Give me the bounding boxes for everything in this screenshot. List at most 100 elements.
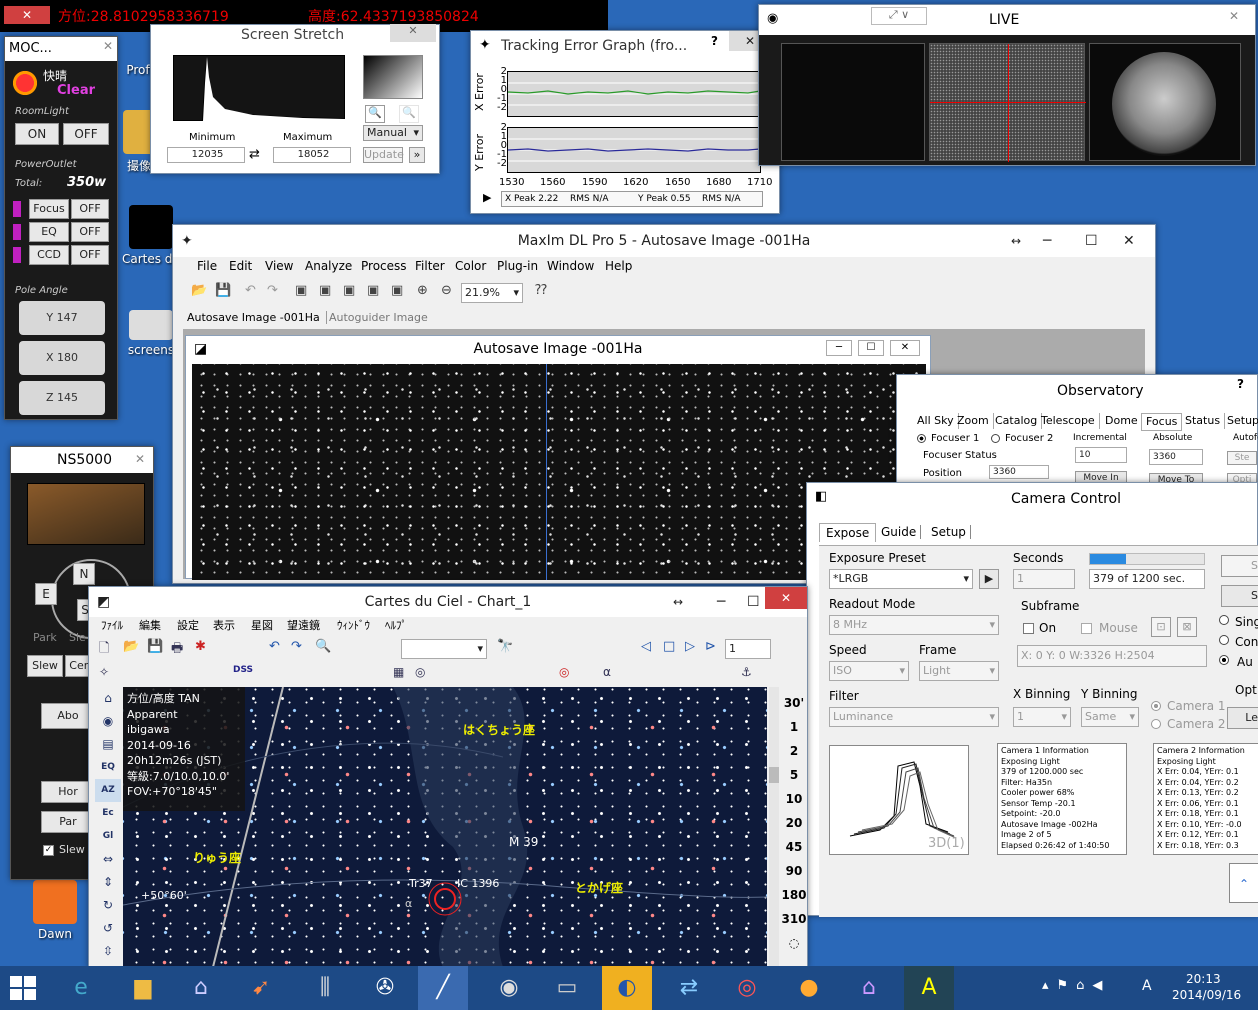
dome-app-icon[interactable]: ⌂ <box>844 966 894 1010</box>
minimum-field[interactable]: 12035 <box>167 147 245 163</box>
astro-app-icon[interactable]: A <box>904 966 954 1010</box>
cdc-left-tool-1[interactable]: ⌂ <box>95 687 121 710</box>
focuser1-radio[interactable] <box>917 434 926 443</box>
slew-checkbox[interactable]: ✓ <box>43 845 54 856</box>
tray-icons[interactable]: ▴⚑⌂◀ <box>1042 978 1110 993</box>
tab-guide[interactable]: Guide <box>877 525 922 539</box>
tool-icon-1[interactable]: ▣ <box>295 283 307 298</box>
ccd-off-button[interactable]: OFF <box>71 245 109 265</box>
fov-30arcmin[interactable]: 30' <box>779 691 809 715</box>
incremental-field[interactable]: 10 <box>1075 447 1127 463</box>
zoom-in-icon[interactable]: 🔍 <box>365 105 385 123</box>
explorer-icon[interactable]: ▆ <box>118 966 168 1010</box>
start-button[interactable] <box>10 976 36 1000</box>
transfer-app-icon[interactable]: ⇄ <box>664 966 714 1010</box>
maxim-close-button[interactable]: ✕ <box>1123 225 1135 257</box>
cdc-close-button[interactable]: ✕ <box>765 587 807 609</box>
tracking-help-button[interactable]: ? <box>711 34 718 48</box>
cdc-menu-view[interactable]: 表示 <box>213 617 235 633</box>
fov-1[interactable]: 1 <box>779 715 809 739</box>
zoom-out-icon[interactable]: 🔍 <box>399 105 419 123</box>
maxim-maximize-button[interactable]: ☐ <box>1085 225 1098 257</box>
cdc-stop-icon[interactable]: □ <box>663 639 675 654</box>
tab-telescope[interactable]: Telescope <box>1037 413 1100 429</box>
cdc-compass-icon[interactable]: ◎ <box>415 665 425 679</box>
tool-icon-2[interactable]: ▣ <box>319 283 331 298</box>
cdc-target-icon[interactable]: ◎ <box>559 665 569 679</box>
cdc-menu-chart[interactable]: 星図 <box>251 617 273 633</box>
continuous-radio[interactable] <box>1219 635 1229 645</box>
fov-5[interactable]: 5 <box>779 763 809 787</box>
maxim-minimize-button[interactable]: ─ <box>1043 225 1051 257</box>
xbin-select[interactable]: 1 ▾ <box>1013 707 1071 727</box>
maximum-field[interactable]: 18052 <box>273 147 351 163</box>
cdc-maximize-button[interactable]: ☐ <box>747 587 760 617</box>
cartes-app-icon[interactable]: ╱ <box>418 966 468 1010</box>
cdc-prev-icon[interactable]: ◁ <box>641 639 651 654</box>
tab-setup-camera[interactable]: Setup <box>927 525 971 539</box>
cdc-print-icon[interactable]: 🖶 <box>171 639 183 661</box>
cdc-ec-icon[interactable]: Ec <box>95 802 121 825</box>
stretch-minmax-button[interactable]: ✕ <box>390 24 436 42</box>
menu-process[interactable]: Process <box>361 259 407 273</box>
fov-10[interactable]: 10 <box>779 787 809 811</box>
telescope-app-icon[interactable]: ✇ <box>360 966 410 1010</box>
live-resize-buttons[interactable]: ⤢ ∨ <box>871 7 927 25</box>
fov-20[interactable]: 20 <box>779 811 809 835</box>
tab-allsky[interactable]: All Sky <box>913 413 959 429</box>
doc-tab-autosave[interactable]: Autosave Image -001Ha <box>187 311 327 324</box>
clock-time[interactable]: 20:13 <box>1186 972 1221 986</box>
focuser2-radio[interactable] <box>991 434 1000 443</box>
zoom-select[interactable]: 21.9% ▾ <box>461 283 523 303</box>
webcam-app-icon[interactable]: ◉ <box>484 966 534 1010</box>
cdc-az-icon[interactable]: AZ <box>95 779 121 802</box>
chip-app-icon[interactable]: ▭ <box>542 966 592 1010</box>
tab-setup[interactable]: Setup <box>1223 413 1258 429</box>
rocket-app-icon[interactable]: ➹ <box>236 966 286 1010</box>
absolute-field[interactable]: 3360 <box>1149 449 1203 465</box>
seconds-field[interactable]: 1 <box>1013 569 1075 589</box>
cdc-restore-icon[interactable]: ↔ <box>673 587 683 617</box>
cdc-menu-settings[interactable]: 設定 <box>177 617 199 633</box>
cdc-object-select[interactable]: ▾ <box>401 639 487 659</box>
ccd-name-button[interactable]: CCD <box>29 245 69 265</box>
cdc-new-icon[interactable]: 🗋 <box>99 639 109 661</box>
menu-color[interactable]: Color <box>455 259 486 273</box>
undo-icon[interactable]: ↶ <box>245 283 256 298</box>
graph-play-button[interactable]: ▶ <box>483 191 491 204</box>
cdc-save-icon[interactable]: 💾 <box>147 639 163 654</box>
update-button[interactable]: Update <box>363 147 404 163</box>
redo-icon[interactable]: ↷ <box>267 283 278 298</box>
subframe-on-checkbox[interactable] <box>1023 623 1034 634</box>
start-expose-button[interactable]: ▶ <box>979 569 999 589</box>
mocc-close-button[interactable]: ✕ <box>103 39 113 53</box>
cdc-left-tool-9[interactable]: ⇕ <box>95 871 121 894</box>
tool-icon-3[interactable]: ▣ <box>343 283 355 298</box>
mount-app-icon[interactable]: ⫼ <box>300 966 350 1010</box>
chart-scrollbar[interactable] <box>769 687 779 967</box>
maxim-app-icon-taskbar[interactable]: ◐ <box>602 966 652 1010</box>
tab-status[interactable]: Status <box>1181 413 1226 429</box>
open-icon[interactable]: 📂 <box>191 283 207 298</box>
menu-file[interactable]: File <box>197 259 217 273</box>
image-minimize-button[interactable]: ─ <box>826 340 852 356</box>
cdc-frame-spinner[interactable]: 1 <box>725 639 771 659</box>
cdc-minimize-button[interactable]: ─ <box>717 587 725 617</box>
eq-off-button[interactable]: OFF <box>71 222 109 242</box>
frame-select[interactable]: Light ▾ <box>919 661 999 681</box>
stretch-mode-select[interactable]: Manual ▾ <box>363 125 423 141</box>
cdc-left-tool-2[interactable]: ◉ <box>95 710 121 733</box>
cdc-menu-telescope[interactable]: 望遠鏡 <box>287 617 320 633</box>
cdc-star-icon[interactable]: ✧ <box>99 665 109 679</box>
cdc-menu-file[interactable]: ﾌｧｲﾙ <box>101 617 123 633</box>
park-button[interactable]: Par <box>41 811 95 833</box>
fov-2[interactable]: 2 <box>779 739 809 763</box>
focus-off-button[interactable]: OFF <box>71 199 109 219</box>
tab-focus[interactable]: Focus <box>1141 413 1183 431</box>
roomlight-on-button[interactable]: ON <box>15 123 59 145</box>
north-button[interactable]: N <box>73 563 95 585</box>
cdc-eq-icon[interactable]: EQ <box>95 756 121 779</box>
desktop-icon-dawn[interactable]: Dawn <box>20 880 90 941</box>
cdc-redo-icon[interactable]: ↷ <box>291 639 302 654</box>
cdc-grid-icon[interactable]: ▦ <box>393 665 404 679</box>
